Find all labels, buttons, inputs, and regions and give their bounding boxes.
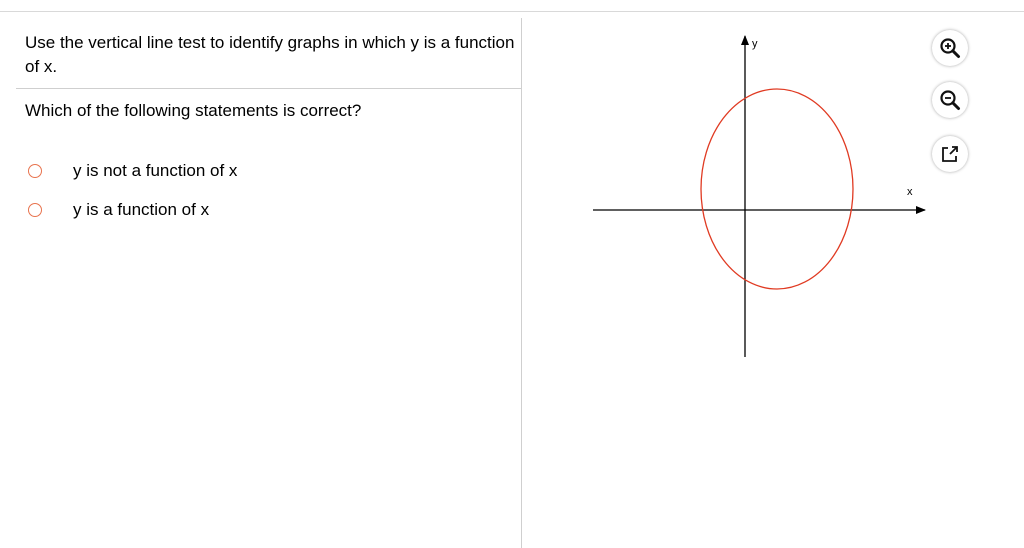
radio-button[interactable]	[28, 203, 42, 217]
popout-button[interactable]	[932, 136, 968, 172]
radio-button[interactable]	[28, 164, 42, 178]
external-link-icon	[942, 146, 958, 162]
panel-divider	[521, 18, 522, 548]
question-text: Which of the following statements is cor…	[25, 101, 362, 120]
y-axis-label: y	[752, 38, 758, 50]
question-panel	[0, 12, 521, 548]
zoom-out-button[interactable]	[932, 82, 968, 118]
graph: y x	[593, 35, 926, 357]
option-label: y is a function of x	[73, 200, 210, 219]
prompt-divider	[16, 88, 521, 89]
option-not-function[interactable]: y is not a function of x	[28, 159, 237, 183]
zoom-in-icon	[940, 38, 960, 58]
x-axis-label: x	[907, 186, 913, 198]
option-label: y is not a function of x	[73, 161, 238, 180]
zoom-out-icon	[940, 90, 960, 110]
zoom-in-button[interactable]	[932, 30, 968, 66]
question-prompt: Use the vertical line test to identify g…	[25, 33, 515, 76]
option-is-function[interactable]: y is a function of x	[28, 198, 209, 222]
ellipse-curve	[700, 88, 854, 290]
